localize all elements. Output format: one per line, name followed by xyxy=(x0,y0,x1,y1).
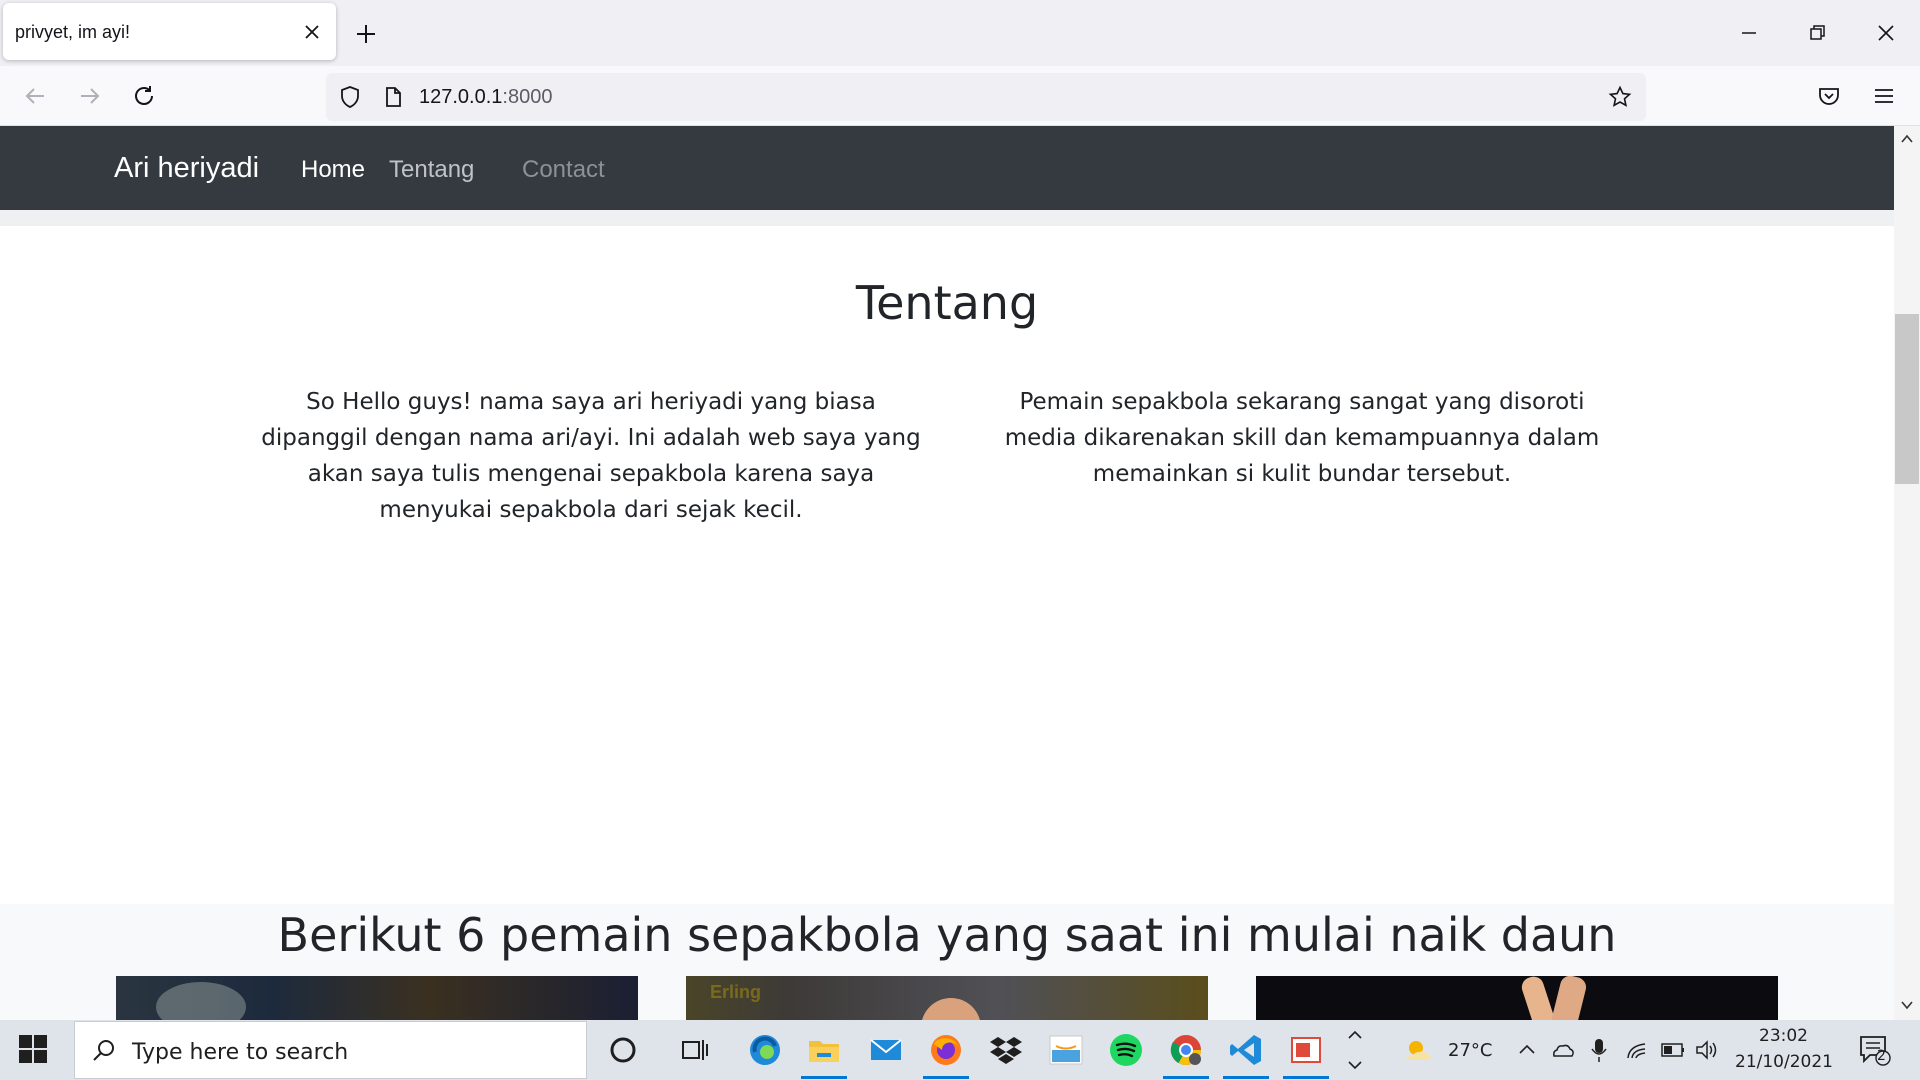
windows-taskbar: Type here to search 27°C 23:02 21/10/202… xyxy=(0,1020,1920,1080)
player-card-2[interactable]: Erling xyxy=(686,976,1208,1020)
firefox-active-indicator xyxy=(923,1076,969,1079)
microphone-icon[interactable] xyxy=(1590,1037,1608,1063)
site-navbar: Ari heriyadi Home Tentang Contact xyxy=(0,126,1894,210)
address-bar[interactable]: 127.0.0.1:8000 xyxy=(326,73,1646,121)
page-scrollbar[interactable] xyxy=(1894,126,1920,1020)
minimize-icon[interactable] xyxy=(1736,20,1762,46)
clock-date[interactable]: 21/10/2021 xyxy=(1735,1052,1833,1072)
players-section: Berikut 6 pemain sepakbola yang saat ini… xyxy=(0,904,1894,1020)
taskbar-scroll-icon[interactable] xyxy=(1346,1028,1364,1072)
notifications-icon[interactable] xyxy=(1858,1034,1892,1066)
dropbox-icon[interactable] xyxy=(988,1032,1024,1068)
scroll-up-icon[interactable] xyxy=(1900,132,1914,146)
nav-home[interactable]: Home xyxy=(301,156,365,184)
clock-time[interactable]: 23:02 xyxy=(1759,1026,1808,1046)
firefox-icon[interactable] xyxy=(928,1032,964,1068)
player-card-3[interactable] xyxy=(1256,976,1778,1020)
browser-toolbar: 127.0.0.1:8000 xyxy=(0,66,1920,126)
section-divider xyxy=(0,210,1894,226)
explorer-active-indicator xyxy=(801,1076,847,1079)
file-explorer-icon[interactable] xyxy=(806,1032,842,1068)
chrome-active-indicator xyxy=(1163,1076,1209,1079)
office-active-indicator xyxy=(1283,1076,1329,1079)
wifi-icon[interactable] xyxy=(1625,1038,1649,1062)
browser-tab[interactable]: privyet, im ayi! xyxy=(3,3,336,60)
onedrive-icon[interactable] xyxy=(1550,1038,1576,1062)
reload-icon[interactable] xyxy=(131,83,157,109)
notifications-count: 2 xyxy=(1877,1048,1886,1064)
tracking-shield-icon[interactable] xyxy=(338,85,362,109)
windows-start-icon[interactable] xyxy=(18,1034,48,1064)
restore-icon[interactable] xyxy=(1804,20,1830,46)
chevron-up-icon[interactable] xyxy=(1517,1040,1537,1060)
vscode-icon[interactable] xyxy=(1228,1032,1264,1068)
player-card-caption: Erling xyxy=(710,982,762,1002)
player-head xyxy=(921,998,981,1020)
player-card-1[interactable] xyxy=(116,976,638,1020)
cortana-icon[interactable] xyxy=(605,1032,641,1068)
bookmark-star-icon[interactable] xyxy=(1608,85,1632,109)
close-tab-icon[interactable] xyxy=(302,22,322,42)
tab-title: privyet, im ayi! xyxy=(15,22,131,42)
edge-icon[interactable] xyxy=(747,1032,783,1068)
close-window-icon[interactable] xyxy=(1873,20,1899,46)
pocket-icon[interactable] xyxy=(1816,83,1842,109)
mail-icon[interactable] xyxy=(868,1032,904,1068)
player-arm-right xyxy=(1549,976,1589,1020)
about-title: Tentang xyxy=(855,276,1039,330)
page-viewport: Ari heriyadi Home Tentang Contact Tentan… xyxy=(0,126,1894,1020)
url-text: 127.0.0.1:8000 xyxy=(419,86,552,109)
search-placeholder: Type here to search xyxy=(132,1040,349,1065)
about-left-text: So Hello guys! nama saya ari heriyadi ya… xyxy=(261,389,921,523)
back-icon[interactable] xyxy=(22,83,48,109)
tab-strip: privyet, im ayi! xyxy=(0,0,1920,66)
chrome-icon[interactable] xyxy=(1168,1032,1204,1068)
scroll-down-icon[interactable] xyxy=(1900,998,1914,1012)
vscode-active-indicator xyxy=(1223,1076,1269,1079)
url-host: 127.0.0.1 xyxy=(419,86,503,108)
volume-icon[interactable] xyxy=(1694,1038,1720,1062)
page-info-icon[interactable] xyxy=(381,85,405,109)
nav-contact[interactable]: Contact xyxy=(522,156,605,184)
nav-tentang[interactable]: Tentang xyxy=(389,156,474,184)
office-icon[interactable] xyxy=(1288,1032,1324,1068)
taskbar-search[interactable]: Type here to search xyxy=(74,1021,587,1079)
about-right-text: Pemain sepakbola sekarang sangat yang di… xyxy=(1004,389,1600,487)
task-view-icon[interactable] xyxy=(677,1032,713,1068)
forward-icon[interactable] xyxy=(77,83,103,109)
url-port: :8000 xyxy=(502,86,553,108)
players-title: Berikut 6 pemain sepakbola yang saat ini… xyxy=(277,908,1617,962)
new-tab-icon[interactable] xyxy=(354,22,378,46)
weather-icon[interactable] xyxy=(1400,1032,1436,1068)
player-photo-glare xyxy=(156,982,246,1020)
menu-icon[interactable] xyxy=(1871,83,1897,109)
spotify-icon[interactable] xyxy=(1108,1032,1144,1068)
scroll-thumb[interactable] xyxy=(1895,314,1919,484)
site-brand[interactable]: Ari heriyadi xyxy=(114,152,259,185)
search-icon xyxy=(93,1040,114,1061)
battery-icon[interactable] xyxy=(1660,1040,1686,1060)
amazon-icon[interactable] xyxy=(1048,1032,1084,1068)
weather-temp[interactable]: 27°C xyxy=(1448,1040,1492,1061)
